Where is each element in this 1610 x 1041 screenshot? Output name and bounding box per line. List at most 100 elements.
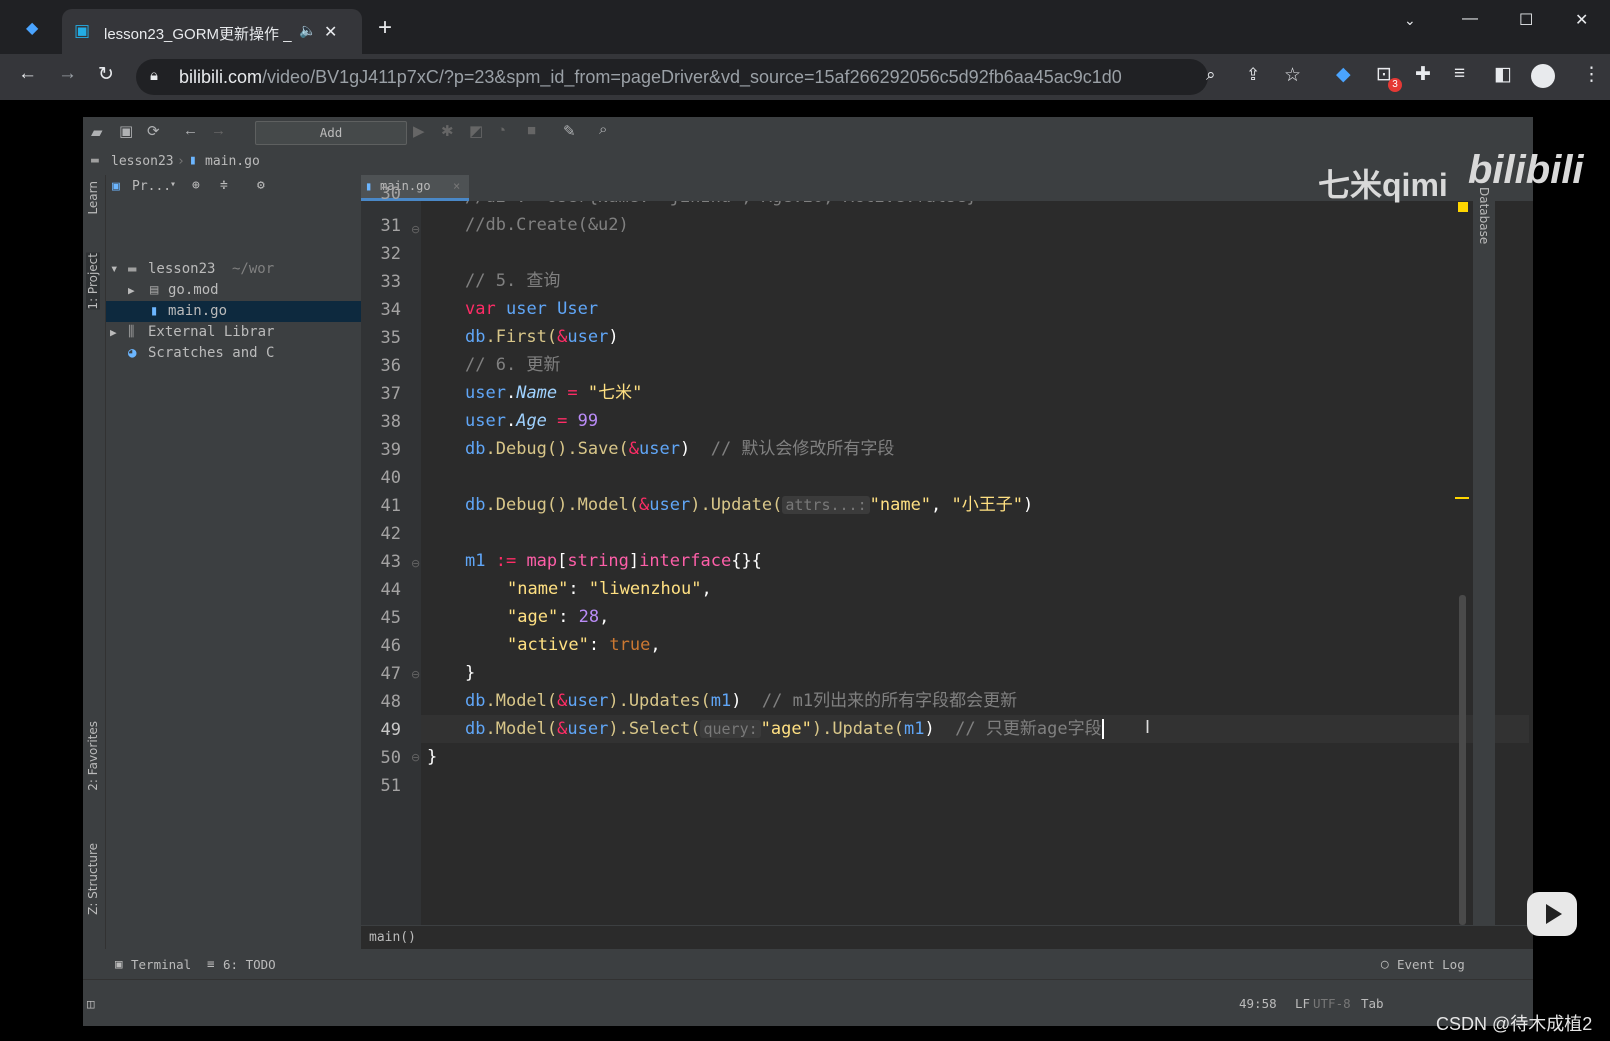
run-icon[interactable]: ▶ <box>413 122 425 140</box>
line-number: 44 <box>380 580 401 600</box>
panel-toggle-icon[interactable]: ◫ <box>87 996 95 1011</box>
collapsed-arrow-icon[interactable]: ▶ <box>128 280 135 301</box>
file-encoding[interactable]: UTF-8 <box>1313 996 1351 1011</box>
editor-scrollbar[interactable] <box>1459 595 1466 925</box>
code-line: "name": "liwenzhou", <box>507 579 712 599</box>
project-panel-header: ▣ Pr... ▾ ⊕ ≑ ⚙ <box>106 175 361 201</box>
code-line: db.Debug().Model(&user).Update(attrs...:… <box>465 495 1034 515</box>
nav-back-icon[interactable]: ← <box>183 122 198 139</box>
window-close-icon[interactable]: ✕ <box>1575 10 1588 30</box>
minimize-icon[interactable]: — <box>1462 10 1478 28</box>
fold-icon[interactable]: ⊖ <box>411 557 420 570</box>
add-configuration-button[interactable]: Add Configuration... <box>255 121 407 162</box>
parameter-hint: attrs...: <box>782 496 870 514</box>
project-tool-tab[interactable]: 1: Project <box>86 253 100 310</box>
library-icon: ⫼ <box>128 324 135 340</box>
warning-marker[interactable] <box>1455 497 1469 499</box>
zoom-icon[interactable]: ⌕ <box>1206 65 1216 85</box>
reload-icon[interactable]: ↻ <box>98 63 114 86</box>
dropdown-icon[interactable]: ▾ <box>170 179 176 190</box>
tree-item-lesson23[interactable]: ▾ ▬ lesson23 ~/wor <box>106 259 361 280</box>
code-editor[interactable]: //u2 := User{Name: "jinzhu", Age:20, Act… <box>421 201 1529 925</box>
profile-icon[interactable]: ◔ <box>497 122 506 139</box>
tab-close-icon[interactable]: × <box>453 175 460 198</box>
caret-position[interactable]: 49:58 <box>1239 996 1277 1011</box>
tree-item-external-libraries[interactable]: ▶ ⫼ External Librar <box>106 322 361 343</box>
lock-icon[interactable]: 🔒︎ <box>150 67 158 84</box>
left-tool-stripe: Learn 1: Project 2: Favorites Z: Structu… <box>83 175 106 1001</box>
line-number: 39 <box>380 440 401 460</box>
breadcrumb-file[interactable]: main.go <box>205 154 260 169</box>
bookmark-star-icon[interactable]: ☆ <box>1284 64 1301 87</box>
function-crumb[interactable]: main() <box>369 930 416 945</box>
database-tool-tab[interactable]: Database <box>1477 187 1491 244</box>
tree-item-scratches[interactable]: ◕ Scratches and C <box>106 343 361 364</box>
tab-close-icon[interactable]: ✕ <box>324 22 337 42</box>
browser-tab-active[interactable]: ▣ lesson23_GORM更新操作 _ 🔈 ✕ <box>62 9 362 54</box>
media-icon[interactable]: ≡ <box>1454 63 1465 85</box>
gem-extension-icon[interactable]: ◆ <box>1336 63 1351 86</box>
profile-avatar[interactable] <box>1531 64 1555 88</box>
expanded-arrow-icon[interactable]: ▾ <box>110 259 118 280</box>
structure-tool-tab[interactable]: Z: Structure <box>86 843 100 915</box>
indent-setting[interactable]: Tab <box>1361 996 1384 1011</box>
line-number: 51 <box>380 776 401 796</box>
forward-icon[interactable]: → <box>58 63 77 85</box>
sync-icon[interactable]: ⟳ <box>147 122 160 140</box>
line-number: 43 <box>380 552 401 572</box>
tab-search-icon[interactable]: ⌄ <box>1404 12 1416 29</box>
learn-tool-tab[interactable]: Learn <box>86 181 100 215</box>
new-tab-icon[interactable]: + <box>378 14 392 42</box>
tree-item-go-mod[interactable]: ▶ ▤ go.mod <box>106 280 361 301</box>
locate-icon[interactable]: ⊕ <box>192 178 200 193</box>
todo-tool-button[interactable]: 6: TODO <box>223 957 276 972</box>
open-folder-icon[interactable]: ▰ <box>91 123 103 141</box>
extension-badge: 3 <box>1388 78 1402 92</box>
terminal-tool-button[interactable]: Terminal <box>131 957 191 972</box>
breadcrumb-project[interactable]: lesson23 <box>111 154 174 169</box>
search-icon[interactable]: ⌕ <box>599 121 607 138</box>
nav-forward-icon[interactable]: → <box>211 122 226 139</box>
tab-title: lesson23_GORM更新操作 _ <box>104 26 292 43</box>
browser-toolbar: ← → ↻ 🔒︎ bilibili.com/video/BV1gJ411p7xC… <box>0 54 1610 100</box>
stop-icon[interactable]: ■ <box>527 122 536 139</box>
settings-gear-icon[interactable]: ⚙ <box>257 178 265 193</box>
favorites-tool-tab[interactable]: 2: Favorites <box>86 721 100 791</box>
url-text[interactable]: bilibili.com/video/BV1gJ411p7xC/?p=23&sp… <box>179 67 1122 88</box>
tree-item-path: ~/wor <box>232 261 275 277</box>
fold-icon[interactable]: ⊖ <box>411 668 420 681</box>
share-icon[interactable]: ⇪ <box>1246 65 1260 85</box>
collapsed-arrow-icon[interactable]: ▶ <box>110 322 117 343</box>
project-view-icon: ▣ <box>112 179 120 194</box>
code-line: user.Age = 99 <box>465 411 599 431</box>
address-bar[interactable]: 🔒︎ bilibili.com/video/BV1gJ411p7xC/?p=23… <box>136 59 1301 95</box>
file-icon: ▤ <box>150 282 159 298</box>
tree-item-label: main.go <box>168 303 228 319</box>
tree-item-main-go[interactable]: ▮ main.go <box>106 301 361 322</box>
puzzle-icon[interactable]: ✚ <box>1415 63 1431 86</box>
bilibili-play-icon[interactable] <box>1527 892 1577 936</box>
speaker-icon[interactable]: 🔈 <box>299 22 316 39</box>
goland-ide: ▰ ▣ ⟳ ← → Add Configuration... ▶ ✱ ◩ ◔ ■… <box>83 117 1533 1026</box>
collapse-icon[interactable]: ≑ <box>220 178 228 193</box>
back-icon[interactable]: ← <box>18 63 37 85</box>
wrench-icon[interactable]: ✎ <box>563 122 576 140</box>
line-separator[interactable]: LF <box>1295 996 1310 1011</box>
terminal-icon: ▣ <box>115 956 123 971</box>
fold-icon[interactable]: ⊖ <box>411 751 420 764</box>
gem-icon[interactable]: ◆ <box>26 18 38 38</box>
save-icon[interactable]: ▣ <box>119 122 133 140</box>
code-line: var user User <box>465 299 599 319</box>
line-number: 32 <box>380 244 401 264</box>
line-number: 35 <box>380 328 401 348</box>
inspection-status-icon[interactable] <box>1458 202 1468 212</box>
fold-icon[interactable]: ⊖ <box>411 223 420 236</box>
line-number: 48 <box>380 692 401 712</box>
event-log-button[interactable]: Event Log <box>1397 957 1465 972</box>
sidebar-icon[interactable]: ◧ <box>1494 63 1512 86</box>
menu-icon[interactable]: ⋮ <box>1582 63 1601 86</box>
debug-icon[interactable]: ✱ <box>441 122 454 140</box>
coverage-icon[interactable]: ◩ <box>469 122 483 140</box>
maximize-icon[interactable]: ☐ <box>1519 10 1533 30</box>
project-view-selector[interactable]: Pr... <box>132 179 171 194</box>
